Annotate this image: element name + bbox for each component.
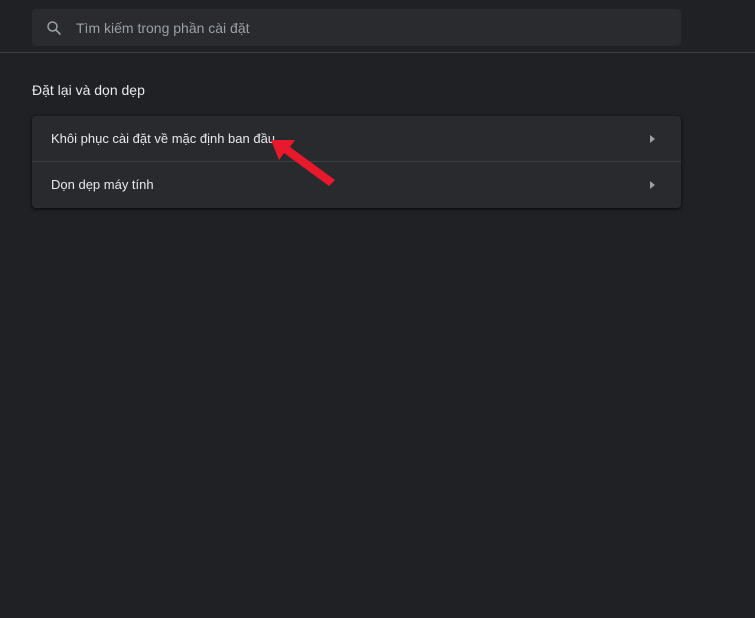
chevron-right-icon bbox=[650, 181, 655, 189]
search-box[interactable] bbox=[32, 9, 681, 46]
section-title: Đặt lại và dọn dẹp bbox=[32, 82, 145, 98]
search-icon bbox=[47, 21, 61, 35]
search-input[interactable] bbox=[76, 9, 666, 46]
reset-cleanup-card: Khôi phục cài đặt về mặc định ban đầu Dọ… bbox=[32, 116, 681, 208]
restore-defaults-label: Khôi phục cài đặt về mặc định ban đầu bbox=[51, 131, 276, 146]
clean-up-computer-label: Dọn dẹp máy tính bbox=[51, 177, 154, 192]
clean-up-computer-row[interactable]: Dọn dẹp máy tính bbox=[32, 162, 681, 208]
restore-defaults-row[interactable]: Khôi phục cài đặt về mặc định ban đầu bbox=[32, 116, 681, 162]
settings-toolbar bbox=[0, 0, 755, 53]
chevron-right-icon bbox=[650, 135, 655, 143]
